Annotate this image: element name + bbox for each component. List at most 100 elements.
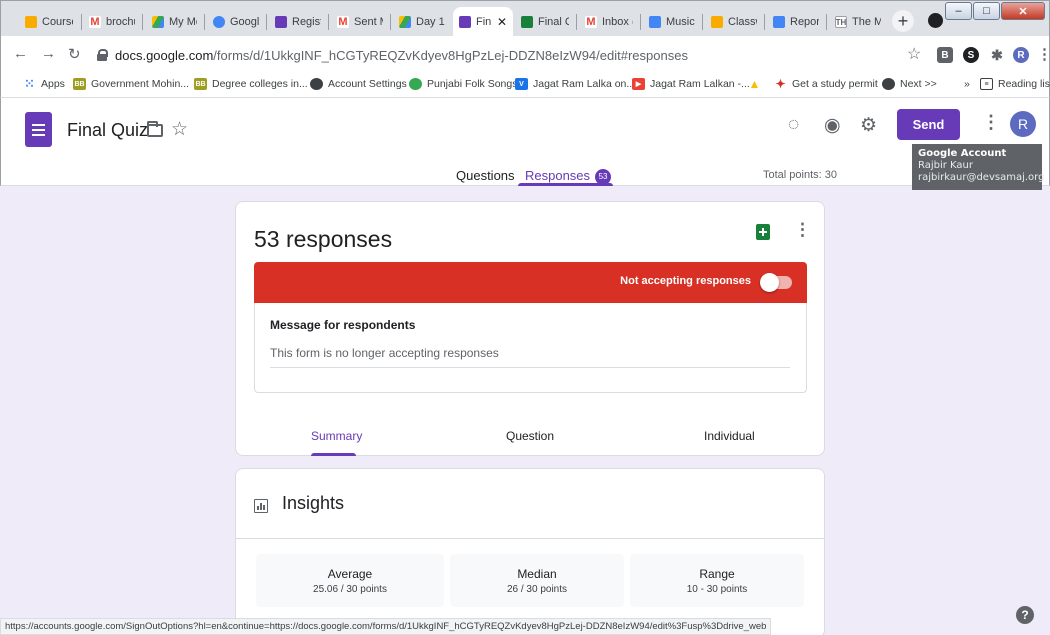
bookmark-star-icon[interactable]: ☆ [907, 44, 921, 64]
forward-arrow-icon[interactable]: → [41, 45, 56, 62]
bookmarks-bar: ⁙ Apps BB Government Mohin... BB Degree … [0, 74, 1050, 98]
insights-title: Insights [282, 493, 345, 513]
divider [236, 538, 824, 539]
stat-average: Average 25.06 / 30 points [256, 554, 444, 607]
bookmark-government-mohini[interactable]: BB Government Mohin... [73, 78, 189, 90]
tab-summary[interactable]: Summary [311, 429, 362, 443]
tab-label: Classwo [728, 16, 757, 28]
bookmark-apps[interactable]: ⁙ Apps [23, 76, 65, 91]
tab-sent-mail[interactable]: M Sent M [331, 7, 389, 37]
bookmark-punjabi-folk-songs[interactable]: Punjabi Folk Songs... [409, 78, 526, 90]
forms-logo-icon[interactable] [25, 112, 52, 147]
tab-separator [142, 14, 143, 30]
warning-triangle-icon: ▲ [748, 77, 761, 91]
back-arrow-icon[interactable]: ← [13, 45, 28, 62]
create-spreadsheet-icon[interactable] [756, 224, 770, 240]
bookmark-label: Punjabi Folk Songs... [427, 78, 527, 90]
browser-menu-icon[interactable]: ⋮ [1037, 45, 1050, 63]
extension-b-icon[interactable]: B [937, 47, 953, 63]
tab-final-quiz-sheet[interactable]: Final Q [515, 7, 575, 37]
stat-label: Range [699, 567, 735, 581]
tab-the-ma[interactable]: TH The Ma [829, 7, 887, 37]
insights-card: Insights Average 25.06 / 30 points Media… [235, 468, 825, 635]
reload-icon[interactable]: ↻ [68, 45, 81, 63]
tab-inbox[interactable]: M Inbox ( [579, 7, 639, 37]
tab-brochure[interactable]: M brochu [83, 7, 141, 37]
tab-final-quiz-active[interactable]: Fina ✕ [453, 7, 513, 37]
tab-report[interactable]: Report [767, 7, 825, 37]
total-points: Total points: 30 [763, 169, 837, 181]
tab-label: Sent M [354, 16, 383, 28]
lock-icon [97, 49, 108, 61]
bookmark-account-settings[interactable]: Account Settings [310, 78, 407, 90]
tab-registration[interactable]: Registr [269, 7, 327, 37]
bookmark-next[interactable]: Next >> [882, 78, 937, 90]
accepting-responses-toggle[interactable] [760, 273, 792, 292]
new-tab-button[interactable]: + [892, 10, 914, 32]
tab-individual[interactable]: Individual [704, 429, 755, 443]
maple-leaf-icon: ✦ [775, 77, 786, 91]
tab-classwork[interactable]: Classwo [705, 7, 763, 37]
tab-course[interactable]: Course [19, 7, 79, 37]
puzzle-extensions-icon[interactable]: ✱ [989, 47, 1005, 63]
tab-separator [81, 14, 82, 30]
reading-list-button[interactable]: ≡ Reading list [980, 78, 1050, 90]
message-input[interactable]: This form is no longer accepting respons… [270, 346, 499, 360]
tab-questions[interactable]: Questions [456, 168, 515, 183]
responses-more-icon[interactable]: ⋮ [794, 220, 811, 240]
help-icon[interactable]: ? [1016, 606, 1034, 624]
summary-tab-indicator [311, 453, 356, 456]
tab-separator [764, 14, 765, 30]
sheets-icon [521, 16, 533, 28]
bookmark-study-permit[interactable]: ✦ Get a study permit [774, 77, 877, 91]
bb-icon: BB [73, 78, 86, 90]
tooltip-email: rajbirkaur@devsamaj.org [918, 172, 1045, 183]
gmail-icon: M [89, 16, 101, 28]
tab-separator [702, 14, 703, 30]
form-title[interactable]: Final Quiz [67, 120, 148, 141]
more-options-icon[interactable]: ⋮ [982, 112, 1000, 133]
tab-my-drive[interactable]: My Mo [146, 7, 203, 37]
url-field[interactable]: docs.google.com/forms/d/1UkkgINF_hCGTyRE… [97, 42, 925, 68]
tab-day-15[interactable]: Day 15 [393, 7, 451, 37]
settings-gear-icon[interactable]: ⚙ [860, 114, 877, 137]
send-button[interactable]: Send [897, 109, 960, 140]
stat-value: 26 / 30 points [506, 584, 568, 595]
profile-avatar-icon[interactable]: R [1013, 47, 1029, 63]
link-status-bar: https://accounts.google.com/SignOutOptio… [0, 618, 772, 635]
extension-s-icon[interactable]: S [963, 47, 979, 63]
tab-google[interactable]: Google [207, 7, 265, 37]
tab-separator [640, 14, 641, 30]
palette-icon[interactable]: ◌ [788, 114, 799, 136]
preview-eye-icon[interactable]: ◉ [824, 114, 841, 137]
tab-question[interactable]: Question [506, 429, 554, 443]
forms-icon [773, 16, 785, 28]
stat-median: Median 26 / 30 points [450, 554, 624, 607]
bookmark-degree-colleges[interactable]: BB Degree colleges in... [194, 78, 308, 90]
bookmark-label: Apps [41, 78, 65, 90]
bookmark-jagat-ram-lalka[interactable]: V Jagat Ram Lalka on... [515, 78, 635, 90]
star-icon[interactable]: ☆ [171, 118, 188, 141]
input-underline [270, 367, 790, 368]
minimize-button[interactable]: – [945, 2, 972, 20]
tab-label: Registr [292, 16, 321, 28]
bookmark-label: Account Settings [328, 78, 407, 90]
folder-icon[interactable] [147, 121, 163, 137]
bookmark-jagat-ram-lalkan[interactable]: ▶ Jagat Ram Lalkan -... [632, 78, 750, 90]
message-label: Message for respondents [270, 318, 416, 332]
stat-label: Median [517, 567, 557, 581]
globe-icon [310, 78, 323, 90]
browser-profile-icon[interactable] [928, 13, 943, 28]
account-avatar[interactable]: R [1010, 111, 1036, 137]
bookmark-warning[interactable]: ▲ [748, 77, 766, 91]
close-window-button[interactable]: ✕ [1001, 2, 1045, 20]
bookmarks-overflow-button[interactable]: » [964, 78, 970, 90]
tab-label: My Mo [169, 16, 197, 28]
drive-icon [152, 16, 164, 28]
account-tooltip: Google Account Rajbir Kaur rajbirkaur@de… [912, 144, 1045, 190]
close-tab-icon[interactable]: ✕ [497, 15, 507, 29]
classroom-icon [25, 16, 37, 28]
tab-label: Report [790, 16, 819, 28]
maximize-button[interactable]: □ [973, 2, 1000, 20]
tab-music[interactable]: Music C [643, 7, 701, 37]
